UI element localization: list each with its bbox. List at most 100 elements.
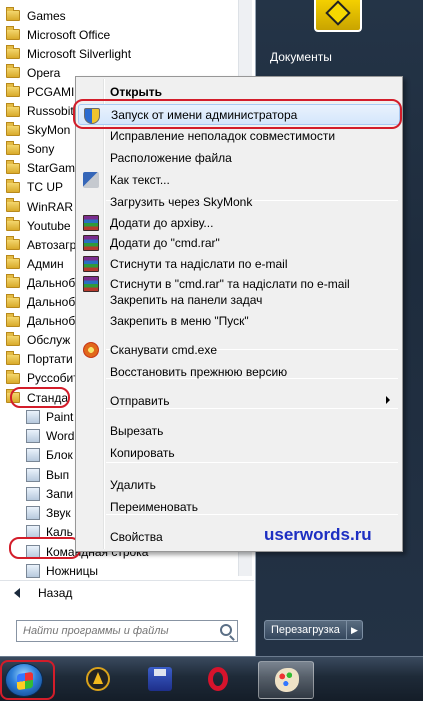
program-folder[interactable]: Обслуж: [6, 331, 70, 350]
folder-icon: [6, 198, 20, 212]
program-folder[interactable]: SkyMon: [6, 121, 70, 140]
accessory-program[interactable]: Word: [26, 426, 74, 445]
context-menu-item-label: Додати до архіву...: [110, 215, 214, 230]
restart-button[interactable]: Перезагрузка: [264, 620, 347, 640]
accessory-program[interactable]: Блок: [26, 446, 73, 465]
antivirus-icon: [83, 342, 99, 358]
program-folder[interactable]: Руссобит: [6, 369, 79, 388]
context-menu-item-label: Додати до "cmd.rar": [110, 235, 220, 250]
program-folder[interactable]: Microsoft Office: [6, 25, 110, 44]
context-menu-item-label: Исправление неполадок совместимости: [110, 128, 336, 143]
program-folder[interactable]: Автозагр: [6, 235, 76, 254]
context-menu-item-label: Сканувати cmd.exe: [110, 342, 218, 357]
documents-link[interactable]: Документы: [270, 50, 332, 64]
context-menu-item-label: Восстановить прежнюю версию: [110, 364, 288, 379]
accessory-program[interactable]: Paint: [26, 407, 73, 426]
taskbar-app-disk[interactable]: [140, 661, 180, 699]
accessory-program[interactable]: Вып: [26, 465, 69, 484]
program-folder[interactable]: PCGAMI: [6, 82, 74, 101]
context-menu-item[interactable]: Удалить: [78, 474, 400, 495]
program-icon: [26, 428, 40, 443]
program-folder[interactable]: Дальноб: [6, 312, 75, 331]
folder-icon: [6, 45, 20, 60]
taskbar: [0, 656, 423, 701]
program-folder-label: Автозагр: [27, 237, 77, 252]
program-folder-label: SkyMon: [27, 123, 71, 138]
program-folder-label: Дальноб: [27, 275, 76, 290]
program-folder[interactable]: Youtube: [6, 216, 71, 235]
context-menu-item[interactable]: Переименовать: [78, 496, 400, 517]
accessory-program-label: Word: [46, 428, 75, 443]
context-menu-item[interactable]: Отправить: [78, 390, 400, 411]
accessory-program[interactable]: Ножницы: [26, 562, 98, 581]
winrar-icon: [83, 215, 99, 231]
accessory-program-label: Звук: [46, 506, 71, 521]
program-folder-label: Руссобит: [27, 371, 79, 386]
disk-icon: [148, 667, 172, 691]
program-folder-label: Дальноб: [27, 295, 76, 309]
folder-icon: [6, 7, 20, 21]
taskbar-app-opera[interactable]: [198, 661, 238, 699]
program-folder[interactable]: TC UP: [6, 178, 63, 197]
context-menu-item[interactable]: Как текст...: [78, 169, 400, 190]
back-button[interactable]: Назад: [0, 580, 254, 604]
program-folder-label: Админ: [27, 256, 64, 271]
folder-icon: [6, 236, 20, 251]
context-menu-item[interactable]: Сканувати cmd.exe: [78, 339, 400, 360]
program-folder[interactable]: Дальноб: [6, 293, 75, 312]
search-icon[interactable]: [220, 624, 232, 636]
context-menu-item-label: Открыть: [110, 84, 163, 99]
program-folder[interactable]: Russobit: [6, 102, 74, 121]
taskbar-app-aimp[interactable]: [78, 661, 118, 699]
context-menu-item-label: Загрузить через SkyMonk: [110, 194, 253, 209]
context-menu-item[interactable]: Вырезать: [78, 420, 400, 441]
program-folder[interactable]: Sony: [6, 140, 54, 159]
highlight-command-prompt: [9, 537, 81, 559]
folder-icon: [6, 102, 20, 117]
context-menu-item[interactable]: Расположение файла: [78, 147, 400, 168]
context-menu-item-label: Свойства: [110, 529, 163, 544]
shutdown-options-arrow[interactable]: ▶: [346, 620, 363, 640]
opera-icon: [208, 667, 228, 691]
context-menu-item[interactable]: Загрузить через SkyMonk: [78, 191, 400, 212]
program-icon: [26, 467, 40, 482]
program-folder-label: Дальноб: [27, 314, 76, 329]
folder-icon: [6, 159, 20, 174]
context-menu-item[interactable]: Стиснути та надіслати по e-mail: [78, 253, 400, 274]
context-menu-item[interactable]: Додати до "cmd.rar": [78, 232, 400, 253]
program-folder[interactable]: Opera: [6, 63, 60, 82]
accessory-program-label: Запи: [46, 486, 74, 501]
program-folder-label: Opera: [27, 65, 61, 80]
accessory-program[interactable]: Запи: [26, 484, 73, 503]
program-folder[interactable]: Games: [6, 6, 66, 25]
program-folder[interactable]: Админ: [6, 254, 64, 273]
taskbar-app-paint[interactable]: [258, 661, 314, 699]
program-folder[interactable]: Microsoft Silverlight: [6, 44, 131, 63]
folder-icon: [6, 331, 20, 346]
search-input[interactable]: [23, 625, 213, 637]
folder-icon: [6, 350, 20, 365]
context-menu-item[interactable]: Додати до архіву...: [78, 212, 400, 233]
context-menu-item[interactable]: Копировать: [78, 442, 400, 463]
folder-icon: [6, 140, 20, 155]
program-folder[interactable]: Портати: [6, 350, 73, 369]
accessory-program-label: Ножницы: [46, 564, 99, 578]
program-folder[interactable]: StarGam: [6, 159, 75, 178]
tools-icon: [83, 172, 99, 188]
folder-icon: [6, 369, 20, 384]
context-menu-item[interactable]: Восстановить прежнюю версию: [78, 361, 400, 382]
submenu-arrow-icon: [386, 396, 390, 404]
context-menu-item-label: Удалить: [110, 477, 156, 492]
search-box[interactable]: [16, 620, 238, 642]
context-menu: Открыть Запуск от имени администратора Исп…: [73, 76, 403, 552]
accessory-program[interactable]: Звук: [26, 504, 71, 523]
program-folder[interactable]: Дальноб: [6, 273, 75, 292]
program-icon: [26, 448, 40, 463]
context-menu-item[interactable]: Закрепить в меню "Пуск": [78, 310, 400, 331]
program-folder-label: PCGAMI: [27, 84, 75, 99]
folder-icon: [6, 312, 20, 327]
context-menu-item[interactable]: Закрепить на панели задач: [78, 289, 400, 310]
user-picture[interactable]: [314, 0, 362, 32]
watermark-text: userwords.ru: [264, 525, 372, 544]
program-folder[interactable]: WinRAR: [6, 197, 73, 216]
